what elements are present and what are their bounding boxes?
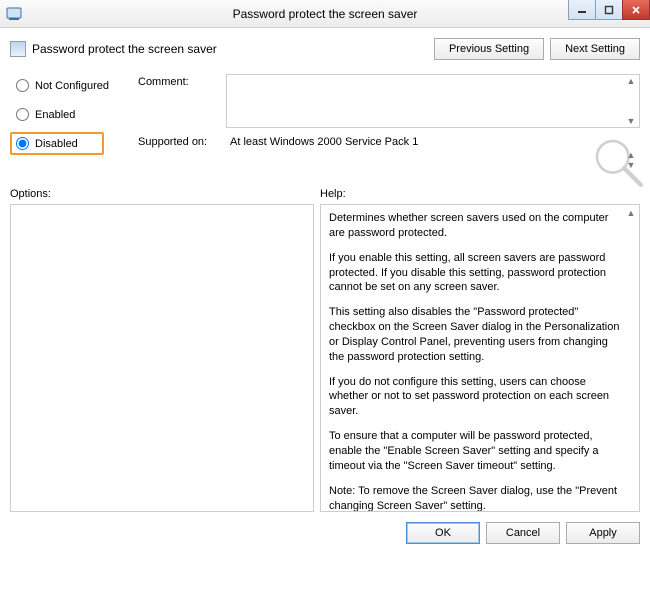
policy-icon [10, 41, 26, 57]
supported-on-label: Supported on: [138, 134, 226, 148]
supported-on-value: At least Windows 2000 Service Pack 1 [226, 134, 640, 154]
help-label: Help: [320, 188, 640, 200]
setting-state-area: Not Configured Enabled Disabled Comment:… [10, 74, 640, 166]
help-paragraph: If you enable this setting, all screen s… [329, 251, 623, 296]
titlebar: Password protect the screen saver [0, 0, 650, 28]
next-setting-button[interactable]: Next Setting [550, 38, 640, 60]
comment-input[interactable] [226, 74, 640, 128]
close-button[interactable] [622, 0, 650, 20]
comment-scroll: ▲ ▼ [624, 74, 638, 128]
app-icon [6, 6, 22, 22]
radio-enabled[interactable]: Enabled [10, 103, 138, 126]
apply-button[interactable]: Apply [566, 522, 640, 544]
policy-title: Password protect the screen saver [32, 42, 217, 56]
supported-scroll-down-icon[interactable]: ▼ [624, 160, 638, 170]
radio-not-configured[interactable]: Not Configured [10, 74, 138, 97]
help-pane: ▲ Determines whether screen savers used … [320, 204, 640, 512]
help-paragraph: If you do not configure this setting, us… [329, 375, 623, 420]
help-paragraph: This setting also disables the "Password… [329, 305, 623, 364]
comment-scroll-down-icon[interactable]: ▼ [624, 114, 638, 128]
help-paragraph: Determines whether screen savers used on… [329, 211, 623, 241]
help-paragraph: To ensure that a computer will be passwo… [329, 429, 623, 474]
radio-not-configured-input[interactable] [16, 79, 29, 92]
radio-disabled-input[interactable] [16, 137, 29, 150]
header-row: Password protect the screen saver Previo… [10, 36, 640, 70]
options-pane [10, 204, 314, 512]
window-title: Password protect the screen saver [0, 7, 650, 21]
radio-not-configured-label: Not Configured [35, 80, 109, 92]
previous-setting-button[interactable]: Previous Setting [434, 38, 544, 60]
supported-scroll-up-icon[interactable]: ▲ [624, 150, 638, 160]
minimize-button[interactable] [568, 0, 596, 20]
cancel-button[interactable]: Cancel [486, 522, 560, 544]
ok-button[interactable]: OK [406, 522, 480, 544]
options-label: Options: [10, 188, 320, 200]
help-scroll-up-icon[interactable]: ▲ [624, 206, 638, 220]
dialog-footer: OK Cancel Apply [10, 522, 640, 544]
radio-disabled[interactable]: Disabled [10, 132, 104, 155]
radio-disabled-label: Disabled [35, 138, 78, 150]
radio-enabled-label: Enabled [35, 109, 75, 121]
supported-scroll: ▲ ▼ [624, 150, 638, 170]
radio-enabled-input[interactable] [16, 108, 29, 121]
state-radio-group: Not Configured Enabled Disabled [10, 74, 138, 155]
help-paragraph: Note: To remove the Screen Saver dialog,… [329, 484, 623, 512]
comment-scroll-up-icon[interactable]: ▲ [624, 74, 638, 88]
window-controls [569, 0, 650, 20]
maximize-button[interactable] [595, 0, 623, 20]
comment-label: Comment: [138, 74, 226, 88]
